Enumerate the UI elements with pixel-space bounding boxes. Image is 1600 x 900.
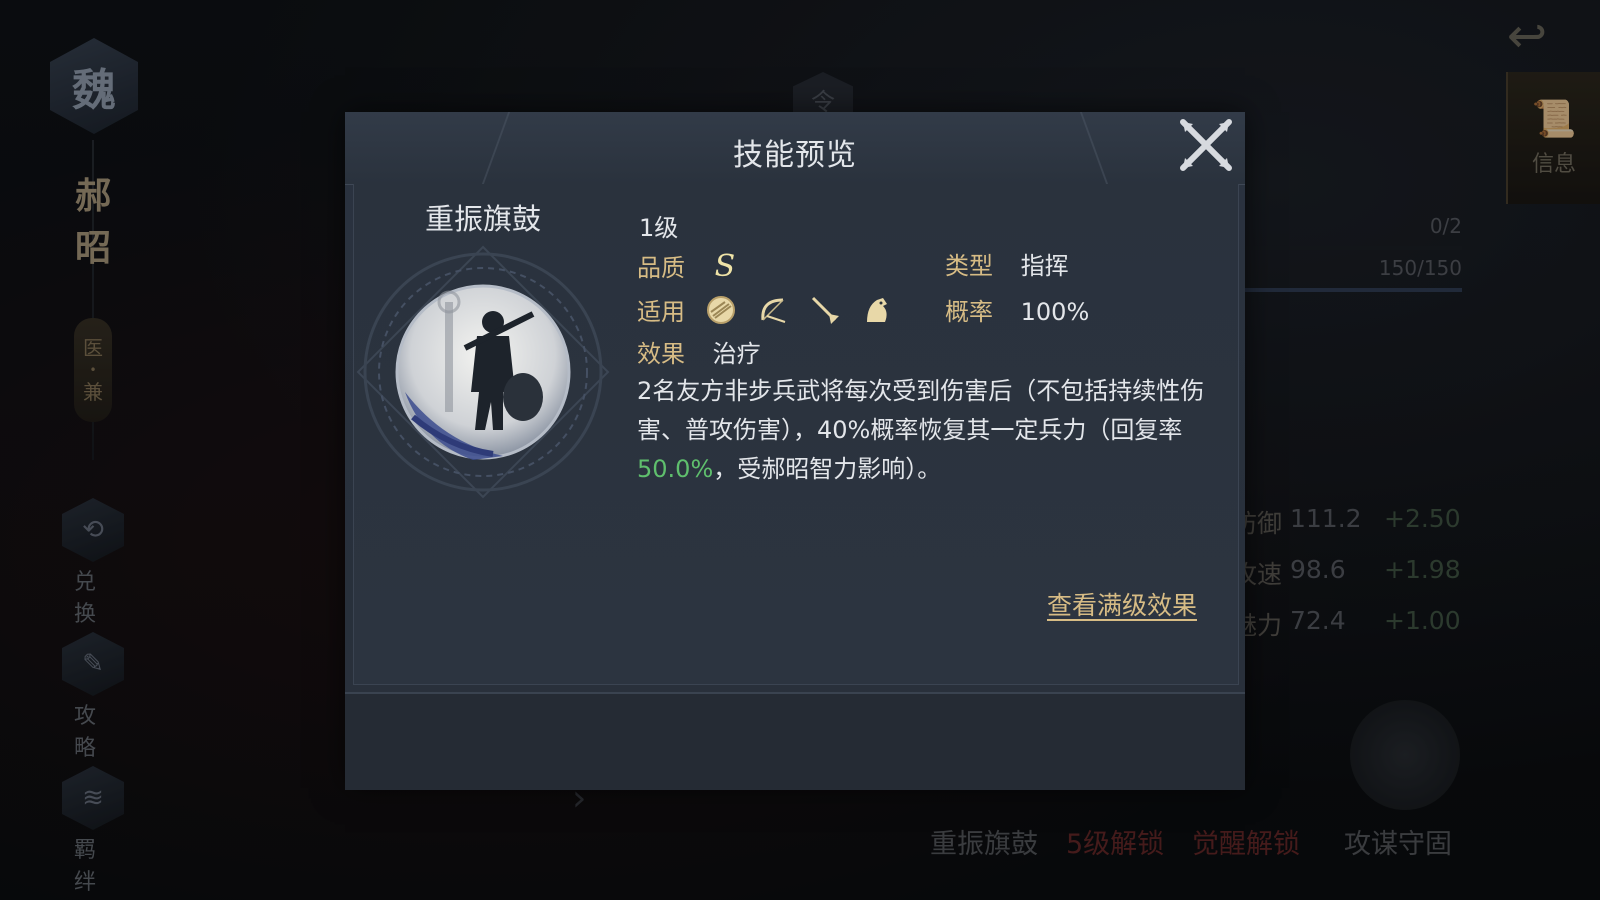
cavalry-troop-icon	[867, 297, 887, 322]
recovery-rate: 50.0%	[637, 455, 714, 483]
type-row: 类型 指挥	[945, 246, 1069, 281]
shield-troop-icon	[707, 295, 735, 324]
quality-label: 品质	[637, 254, 685, 282]
skill-name: 重振旗鼓	[424, 202, 541, 236]
applicable-row: 适用	[637, 292, 905, 327]
skill-description: 2名友方非步兵武将每次受到伤害后（不包括持续性伤害、普攻伤害），40%概率恢复其…	[637, 372, 1207, 489]
skill-preview-dialog: 技能预览 重振旗鼓 1级 品质 S 类型 指挥 适用 概率 100% 效果 治疗…	[345, 112, 1245, 790]
chance-row: 概率 100%	[945, 292, 1089, 327]
effect-value: 治疗	[712, 340, 761, 368]
description-text: 2名友方非步兵武将每次受到伤害后（不包括持续性伤害、普攻伤害），40%概率恢复其…	[637, 377, 1205, 444]
description-text: ，受郝昭智力影响）。	[713, 455, 942, 483]
close-button[interactable]	[1175, 114, 1237, 176]
dialog-title: 技能预览	[733, 138, 857, 173]
effect-label: 效果	[637, 340, 685, 368]
chance-label: 概率	[945, 298, 993, 326]
quality-grade: S	[714, 249, 736, 284]
skill-level: 1级	[639, 214, 679, 242]
type-value: 指挥	[1020, 252, 1069, 280]
dialog-header: 技能预览	[345, 112, 1245, 185]
quality-row: 品质 S	[637, 248, 735, 284]
view-full-level-link[interactable]: 查看满级效果	[1047, 586, 1197, 622]
dialog-footer	[345, 692, 1245, 790]
close-icon	[1180, 119, 1232, 171]
type-label: 类型	[945, 252, 993, 280]
effect-row: 效果 治疗	[637, 334, 761, 369]
applicable-label: 适用	[637, 298, 685, 326]
bow-troop-icon	[761, 298, 786, 323]
skill-emblem	[356, 245, 610, 499]
spear-troop-icon	[811, 296, 839, 324]
chance-value: 100%	[1020, 298, 1090, 326]
